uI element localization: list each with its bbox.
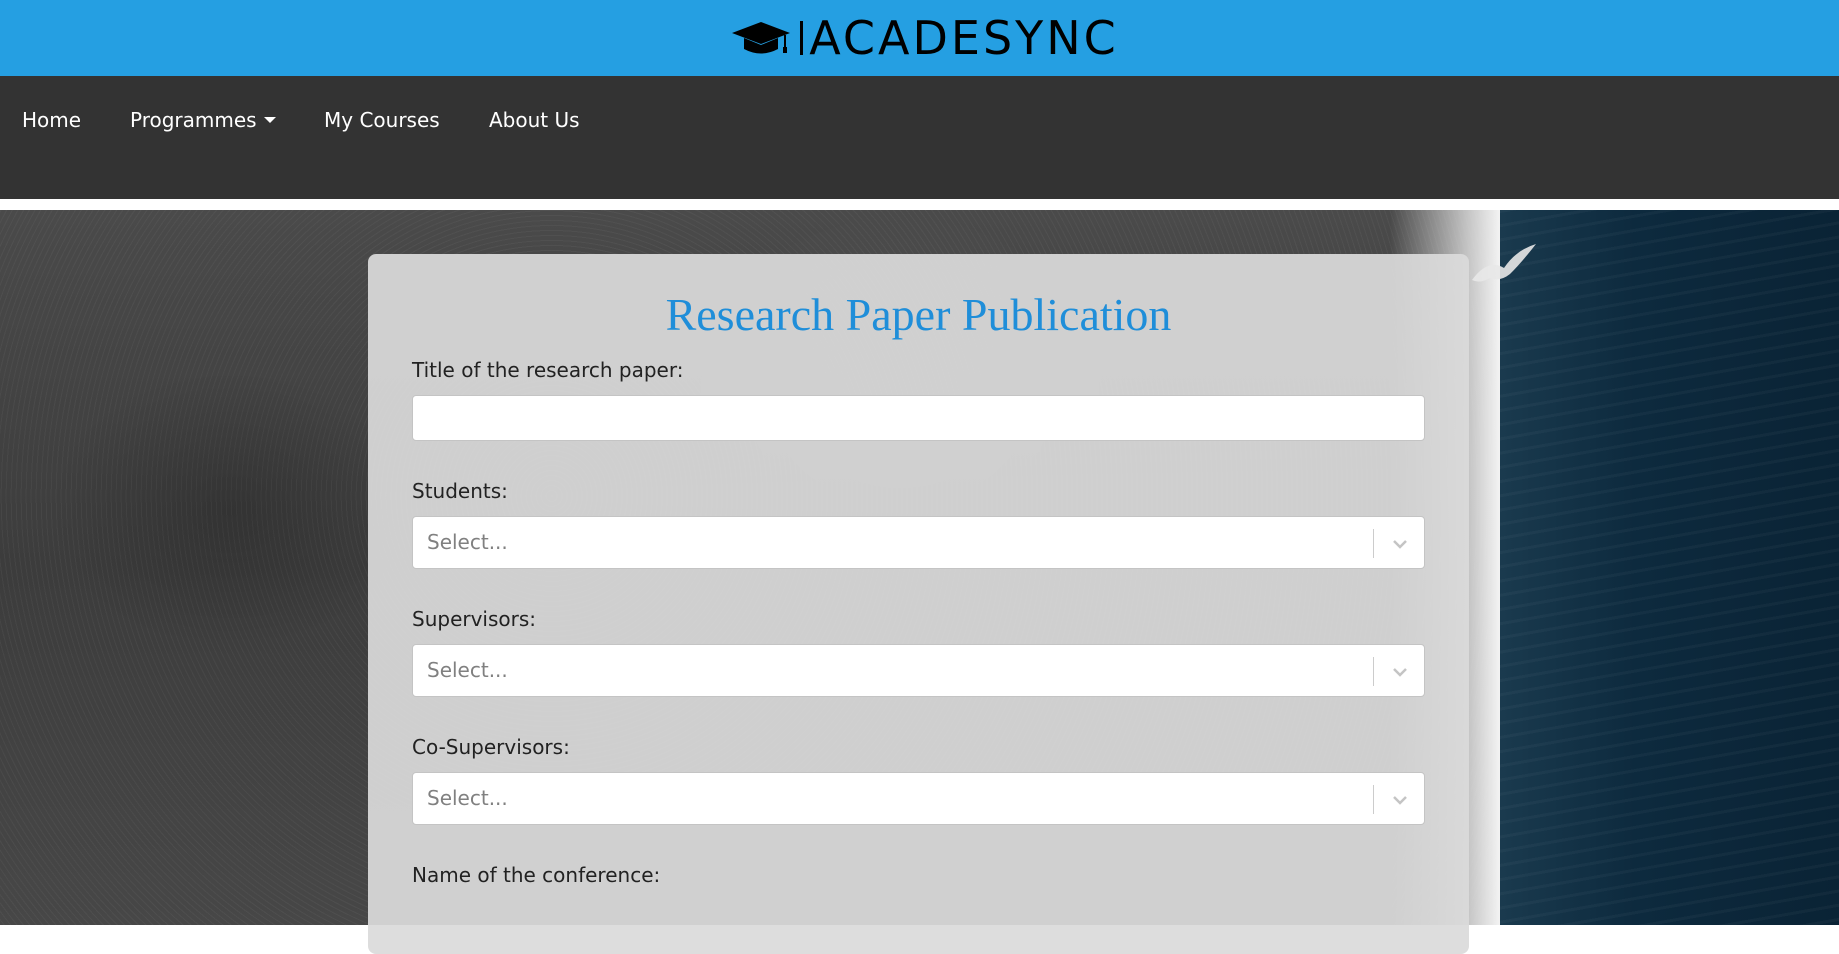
students-label: Students: <box>412 479 508 503</box>
nav-item-about-us[interactable]: About Us <box>489 110 580 130</box>
graduation-cap-icon <box>732 22 791 54</box>
chevron-down-icon[interactable] <box>1390 662 1410 682</box>
select-separator <box>1373 529 1374 558</box>
nav-item-label: My Courses <box>324 108 440 132</box>
brand-logo[interactable]: ACADESYNC <box>730 0 1119 76</box>
main-navbar: Home Programmes My Courses About Us <box>0 76 1839 199</box>
nav-item-my-courses[interactable]: My Courses <box>324 110 440 130</box>
brand-divider <box>800 21 804 55</box>
chevron-down-icon[interactable] <box>1390 534 1410 554</box>
caret-down-icon <box>263 116 276 123</box>
nav-item-home[interactable]: Home <box>22 110 81 130</box>
form-title: Research Paper Publication <box>665 289 1172 340</box>
paper-title-input[interactable] <box>412 395 1425 441</box>
chevron-down-icon[interactable] <box>1390 790 1410 810</box>
co-supervisors-select-placeholder: Select... <box>427 786 508 810</box>
paper-title-label: Title of the research paper: <box>412 358 684 382</box>
select-separator <box>1373 785 1374 814</box>
seagull-image <box>1472 244 1536 282</box>
select-separator <box>1373 657 1374 686</box>
students-select[interactable]: Select... <box>412 516 1425 569</box>
nav-item-programmes[interactable]: Programmes <box>130 110 276 130</box>
conference-name-label: Name of the conference: <box>412 863 661 887</box>
co-supervisors-label: Co-Supervisors: <box>412 735 570 759</box>
publication-form-card: Research Paper Publication Title of the … <box>368 254 1469 954</box>
nav-item-label: Home <box>22 108 82 132</box>
nav-item-label: About Us <box>489 108 580 132</box>
supervisors-label: Supervisors: <box>412 607 537 631</box>
supervisors-select[interactable]: Select... <box>412 644 1425 697</box>
nav-item-label: Programmes <box>130 108 257 132</box>
co-supervisors-select[interactable]: Select... <box>412 772 1425 825</box>
supervisors-select-placeholder: Select... <box>427 658 508 682</box>
students-select-placeholder: Select... <box>427 530 508 554</box>
ocean-decoration <box>1500 210 1839 925</box>
brand-header: ACADESYNC <box>0 0 1839 76</box>
brand-name: ACADESYNC <box>809 11 1119 65</box>
